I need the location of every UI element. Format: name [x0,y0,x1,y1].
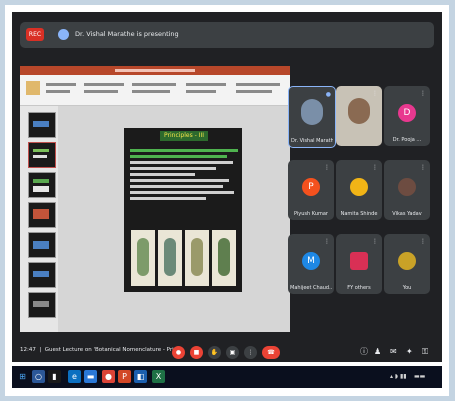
present-icon[interactable]: ▣ [226,346,239,359]
slide-title: Principles - III [160,131,208,141]
camera-off-icon[interactable]: ■ [190,346,203,359]
participant-photo [398,178,416,196]
edge-icon[interactable]: e [68,370,81,383]
current-slide: Principles - III [124,128,242,292]
presenting-bar: REC Dr. Vishal Marathe is presenting [20,22,434,48]
presenter-avatar-icon [58,29,69,40]
participant-tile[interactable]: D ⋮ Dr. Pooja ... [384,86,430,146]
chat-icon[interactable]: ✉ [390,348,397,356]
slide-thumbnail[interactable] [28,292,56,318]
slide-body-text [130,146,238,224]
participant-name: Piyush Kumar [294,211,328,217]
clock: 12:47 [20,347,36,353]
participant-name: Mahijeet Chaud... [290,285,332,291]
excel-icon[interactable]: X [152,370,165,383]
participant-avatar: P [302,178,320,196]
info-icon[interactable]: ⓘ [360,348,368,356]
system-tray: ▴ ◗ ▮▮ [390,373,407,380]
participant-video [348,98,370,124]
participant-tile[interactable]: P ⋮ Piyush Kumar [288,160,334,220]
participant-photo [398,252,416,270]
plant-illustration [158,230,182,286]
activities-icon[interactable]: ✦ [406,348,413,356]
slide-thumbnail[interactable] [28,112,56,138]
app-icon[interactable]: ◧ [134,370,147,383]
slide-thumbnail[interactable] [28,142,56,168]
participant-name: Namita Shinde [340,211,378,217]
plant-illustration [185,230,209,286]
meet-window: REC Dr. Vishal Marathe is presenting Pri… [12,12,442,362]
presenting-text: Dr. Vishal Marathe is presenting [75,30,179,38]
mic-off-icon: ⋮ [372,90,378,97]
slide-thumbnail[interactable] [28,172,56,198]
start-icon[interactable]: ⊞ [16,370,29,383]
participant-tile[interactable]: ⋮ [336,86,382,146]
shared-screen: Principles - III [20,66,290,332]
ppt-ribbon [20,75,290,106]
participant-photo [350,252,368,270]
slide-thumbnail[interactable] [28,232,56,258]
mic-off-icon: ⋮ [324,164,330,171]
participant-avatar: D [398,104,416,122]
participant-name: Vikas Yadav [392,211,422,217]
participant-photo [350,178,368,196]
mic-off-icon: ⋮ [324,238,330,245]
people-icon[interactable]: ♟ [374,348,381,356]
mic-off-icon: ⋮ [372,238,378,245]
ppt-title-bar [20,66,290,75]
plant-illustration [212,230,236,286]
mic-off-icon: ⋮ [420,164,426,171]
file-explorer-icon[interactable]: ▮ [48,370,61,383]
participant-tile[interactable]: ⋮ Vikas Yadav [384,160,430,220]
participant-name: FY others [347,285,371,291]
speaking-icon: ● [325,91,331,98]
rec-badge: REC [26,28,44,41]
participant-tile[interactable]: ⋮ You [384,234,430,294]
mic-off-icon: ⋮ [420,238,426,245]
participant-tile[interactable]: ⋮ Namita Shinde [336,160,382,220]
powerpoint-icon[interactable]: P [118,370,131,383]
meeting-info: 12:47 | Guest Lecture on 'Botanical Nome… [20,347,181,353]
participant-name: Dr. Vishal Marathe [291,138,333,144]
mic-off-icon: ⋮ [420,90,426,97]
participant-name: You [402,285,412,291]
participant-name: Dr. Pooja ... [392,137,422,143]
raise-hand-icon[interactable]: ✋ [208,346,221,359]
slide-thumbnails [20,106,58,332]
search-icon[interactable]: ○ [32,370,45,383]
controls-bar: 12:47 | Guest Lecture on 'Botanical Nome… [12,342,442,362]
mic-off-icon[interactable]: ● [172,346,185,359]
folder-icon[interactable]: ▬ [84,370,97,383]
meeting-title: Guest Lecture on 'Botanical Nomenclature… [44,347,181,353]
lock-icon[interactable]: ⚿ [422,348,428,356]
windows-taskbar: ⊞ ○ ▮ e ▬ ● P ◧ X ▴ ◗ ▮▮ ▬▬ [12,366,442,388]
participant-tile[interactable]: M ⋮ Mahijeet Chaud... [288,234,334,294]
end-call-icon[interactable]: ☎ [262,346,280,359]
slide-thumbnail[interactable] [28,262,56,288]
slide-thumbnail[interactable] [28,202,56,228]
mic-off-icon: ⋮ [372,164,378,171]
participant-video [301,99,323,125]
more-icon[interactable]: ⋮ [244,346,257,359]
clock-tray: ▬▬ [414,373,426,380]
participant-tile[interactable]: ● Dr. Vishal Marathe [288,86,336,148]
participant-avatar: M [302,252,320,270]
chrome-icon[interactable]: ● [102,370,115,383]
participant-tile[interactable]: ⋮ FY others [336,234,382,294]
plant-illustration [131,230,155,286]
